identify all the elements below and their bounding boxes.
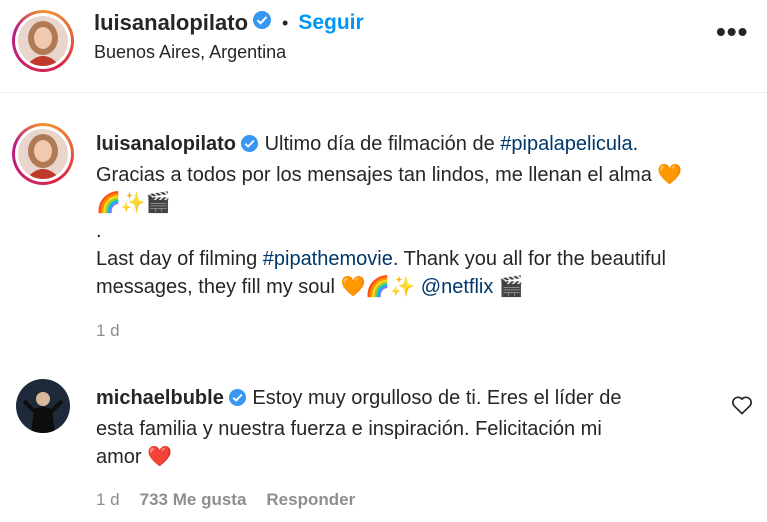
caption-text: .	[632, 133, 639, 155]
post-caption: luisanalopilato Ultimo día de filmación …	[96, 130, 756, 301]
caption-avatar[interactable]	[12, 123, 74, 185]
caption-text-line1: Ultimo día de filmación de	[264, 133, 501, 155]
verified-badge-icon	[228, 387, 247, 415]
comment-username[interactable]: michaelbuble	[96, 387, 224, 409]
caption-text-line2: Gracias a todos por los mensajes tan lin…	[96, 164, 683, 186]
comment-avatar[interactable]	[16, 379, 70, 433]
comment-text-line1: Estoy muy orgulloso de ti. Eres el líder…	[252, 387, 622, 409]
header-divider	[0, 92, 767, 93]
caption-username[interactable]: luisanalopilato	[96, 133, 236, 155]
comment-body: michaelbuble Estoy muy orgulloso de ti. …	[96, 384, 716, 471]
reply-button[interactable]: Responder	[266, 490, 355, 510]
follow-button[interactable]: Seguir	[298, 11, 363, 35]
mention-link[interactable]: @netflix	[421, 276, 494, 298]
comment-text-line3: amor ❤️	[96, 446, 173, 468]
author-username[interactable]: luisanalopilato	[94, 10, 248, 36]
hashtag-link[interactable]: #pipalapelicula	[500, 133, 632, 155]
verified-badge-icon	[240, 133, 259, 161]
caption-text-line6: messages, they fill my soul 🧡🌈✨	[96, 276, 421, 298]
caption-timestamp[interactable]: 1 d	[96, 321, 120, 341]
comment-text-line2: esta familia y nuestra fuerza e inspirac…	[96, 418, 602, 440]
caption-text-line5: Last day of filming	[96, 248, 263, 270]
more-options-icon[interactable]: •••	[716, 18, 748, 46]
caption-text: 🎬	[493, 276, 524, 298]
caption-avatar-photo	[18, 129, 68, 179]
separator-dot: •	[282, 12, 289, 33]
post-location[interactable]: Buenos Aires, Argentina	[94, 42, 286, 63]
author-avatar-photo	[18, 16, 68, 66]
comment-like-count[interactable]: 733 Me gusta	[140, 490, 247, 510]
verified-badge-icon	[252, 10, 272, 36]
comment-meta: 1 d 733 Me gusta Responder	[96, 490, 355, 510]
hashtag-link[interactable]: #pipathemovie	[263, 248, 393, 270]
caption-text-line4: .	[96, 220, 102, 242]
comment-timestamp[interactable]: 1 d	[96, 490, 120, 510]
caption-text: . Thank you all for the beautiful	[392, 248, 666, 270]
like-comment-heart-icon[interactable]	[731, 395, 753, 420]
author-avatar[interactable]	[12, 10, 74, 72]
caption-text-line3: 🌈✨🎬	[96, 192, 171, 214]
